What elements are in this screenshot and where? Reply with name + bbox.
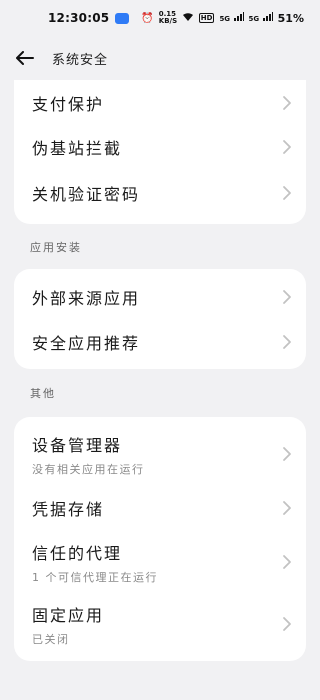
row-label: 凭据存储 (32, 500, 105, 519)
section-title-app-install: 应用安装 (30, 240, 82, 254)
page-title: 系统安全 (52, 52, 109, 68)
row-secure-app-recommend[interactable]: 安全应用推荐 (14, 319, 306, 364)
alarm-icon: ⏰ (141, 12, 154, 24)
row-credential-storage[interactable]: 凭据存储 (14, 485, 306, 531)
status-bar: 12:30:05 ⏰ 0.15 KB/S HD 5G 5G 51% (0, 0, 320, 36)
row-payment-protection[interactable]: 支付保护 (14, 82, 306, 124)
card-top-settings: 支付保护 伪基站拦截 关机验证密码 (14, 80, 306, 224)
chevron-right-icon (283, 289, 291, 304)
row-texts: 固定应用 已关闭 (32, 602, 104, 647)
status-icons: ⏰ 0.15 KB/S HD 5G 5G 51% (141, 0, 304, 36)
chevron-right-icon (283, 96, 291, 110)
row-texts: 设备管理器 没有相关应用在运行 (32, 432, 145, 477)
back-button[interactable] (16, 45, 42, 71)
row-shutdown-password[interactable]: 关机验证密码 (14, 170, 306, 216)
row-pinned-apps[interactable]: 固定应用 已关闭 (14, 593, 306, 655)
row-label: 设备管理器 (32, 435, 123, 455)
wifi-icon (182, 12, 194, 25)
row-label: 支付保护 (32, 95, 105, 114)
row-label: 安全应用推荐 (32, 333, 141, 353)
hd-badge: HD (198, 13, 215, 23)
network-speed: 0.15 KB/S (158, 10, 178, 25)
app-notification-icon (115, 12, 130, 24)
row-device-manager[interactable]: 设备管理器 没有相关应用在运行 (14, 423, 306, 485)
row-label: 关机验证密码 (32, 185, 141, 204)
row-subtitle: 1 个可信代理正在运行 (32, 570, 158, 584)
row-label: 外部来源应用 (32, 288, 141, 308)
signal-2-label: 5G (248, 15, 260, 23)
row-label: 信任的代理 (32, 543, 123, 563)
chevron-right-icon (283, 617, 291, 631)
chevron-right-icon (283, 140, 291, 154)
status-time: 12:30:05 (48, 11, 110, 25)
row-external-source-apps[interactable]: 外部来源应用 (14, 274, 306, 319)
section-title-other: 其他 (30, 387, 56, 400)
chevron-right-icon (283, 334, 291, 349)
chevron-right-icon (283, 447, 291, 461)
card-app-install: 外部来源应用 安全应用推荐 (14, 269, 306, 369)
card-other: 设备管理器 没有相关应用在运行 凭据存储 信任的代理 1 个可信代理正在运行 固… (14, 417, 306, 661)
row-label: 固定应用 (32, 605, 105, 625)
battery-percent: 51% (277, 11, 304, 25)
page-header: 系统安全 (0, 36, 320, 80)
signal-icon-sim1: 5G (219, 12, 244, 24)
row-fake-base-station-blocking[interactable]: 伪基站拦截 (14, 124, 306, 170)
row-texts: 信任的代理 1 个可信代理正在运行 (32, 540, 158, 585)
row-subtitle: 已关闭 (32, 632, 70, 646)
signal-icon-sim2: 5G (249, 12, 273, 24)
chevron-right-icon (283, 555, 291, 569)
chevron-right-icon (283, 186, 291, 200)
signal-1-label: 5G (219, 15, 231, 23)
row-trust-agents[interactable]: 信任的代理 1 个可信代理正在运行 (14, 531, 306, 593)
back-arrow-icon (16, 51, 34, 65)
chevron-right-icon (283, 501, 291, 515)
row-subtitle: 没有相关应用在运行 (32, 462, 145, 476)
row-label: 伪基站拦截 (32, 139, 123, 158)
